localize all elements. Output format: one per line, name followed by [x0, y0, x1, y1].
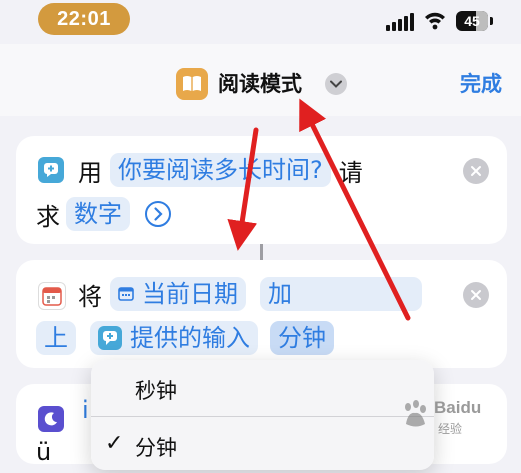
provided-input-label: 提供的输入 — [130, 324, 250, 352]
menu-item-minutes[interactable]: ✓ 分钟 — [91, 417, 434, 473]
speech-bubble-icon — [38, 157, 64, 183]
nav-bar: 阅读模式 完成 — [0, 44, 521, 116]
unit-chip[interactable]: 分钟 — [270, 321, 334, 355]
action-prefix: 用 — [78, 158, 102, 187]
baidu-paw-icon — [405, 400, 426, 427]
close-icon[interactable] — [463, 158, 489, 184]
action-prefix: 将 — [78, 282, 102, 311]
action-peek-text-2: ü — [36, 438, 52, 466]
action-suffix: 请 — [338, 158, 363, 187]
menu-item-seconds[interactable]: 秒钟 — [91, 360, 434, 416]
chevron-right-circle-icon[interactable] — [144, 200, 172, 228]
ask-for-input-action[interactable]: 用 你要阅读多长时间? 请 求 数字 — [16, 136, 507, 244]
chevron-down-icon[interactable] — [325, 73, 347, 95]
menu-item-label: 分钟 — [135, 436, 177, 460]
input-type-chip[interactable]: 数字 — [66, 197, 130, 231]
calendar-icon — [38, 282, 66, 310]
status-bar: 22:01 45 — [0, 0, 521, 44]
action-line-1: 用 你要阅读多长时间? 请 — [78, 150, 363, 190]
action-peek-text: i — [82, 396, 89, 424]
question-chip[interactable]: 你要阅读多长时间? — [110, 153, 331, 187]
checkmark-icon: ✓ — [105, 431, 124, 456]
adjust-date-action[interactable]: 将 当前日期 加 上 提供的输入 分钟 — [16, 260, 507, 368]
status-time: 22:01 — [38, 3, 130, 35]
battery-nub — [490, 17, 493, 25]
calendar-icon — [118, 287, 134, 301]
moon-icon — [38, 406, 64, 432]
close-icon[interactable] — [463, 282, 489, 308]
cellular-signal-icon — [386, 13, 414, 31]
line2-prefix-chip: 上 — [36, 321, 76, 355]
provided-input-chip[interactable]: 提供的输入 — [90, 321, 258, 355]
watermark-sub: 经验 — [438, 422, 463, 436]
menu-item-label: 秒钟 — [135, 379, 177, 403]
current-date-chip[interactable]: 当前日期 — [110, 277, 246, 311]
battery-indicator: 45 — [456, 11, 488, 31]
unit-dropdown-menu: 秒钟 ✓ 分钟 — [91, 360, 434, 470]
speech-bubble-icon — [98, 326, 122, 350]
shortcut-title[interactable]: 阅读模式 — [218, 69, 302, 99]
current-date-label: 当前日期 — [142, 280, 238, 308]
wifi-icon — [425, 12, 445, 30]
battery-level: 45 — [464, 13, 480, 29]
action-line-2: 求 数字 — [36, 194, 172, 234]
action-line-1: 将 当前日期 加 — [78, 274, 426, 314]
watermark-brand: Baidu — [434, 398, 482, 417]
action-line2-prefix: 求 — [36, 202, 60, 231]
baidu-watermark: Baidu 经验 — [398, 392, 520, 444]
action-connector — [260, 244, 263, 260]
operation-chip[interactable]: 加 — [260, 277, 422, 311]
done-button[interactable]: 完成 — [460, 68, 502, 100]
book-icon[interactable] — [176, 68, 208, 100]
action-line-2: 上 提供的输入 分钟 — [36, 318, 338, 358]
